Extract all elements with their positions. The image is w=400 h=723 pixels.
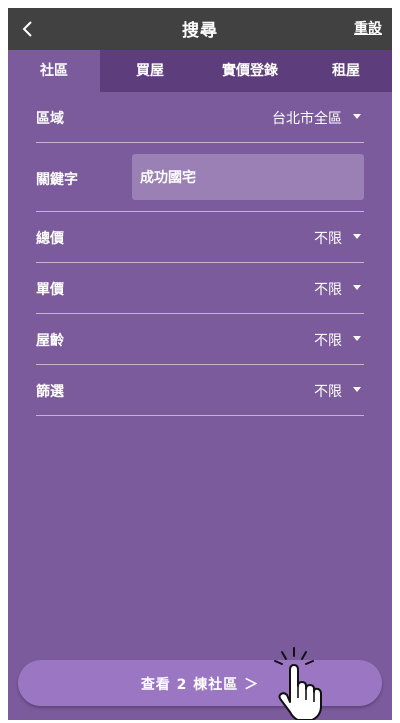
tab-rent[interactable]: 租屋	[300, 50, 392, 92]
pointing-hand-icon	[274, 647, 322, 720]
reset-button[interactable]: 重設	[354, 18, 382, 38]
view-communities-label: 查看 2 棟社區 ＞	[140, 677, 260, 693]
filter-row-age[interactable]: 屋齡 不限	[36, 314, 364, 365]
tab-bar: 社區 買屋 實價登錄 租屋	[8, 50, 392, 92]
tab-buy[interactable]: 買屋	[100, 50, 200, 92]
tab-community[interactable]: 社區	[8, 50, 100, 92]
page-title: 搜尋	[182, 21, 218, 41]
dropdown-caret-icon	[353, 114, 361, 119]
keyword-input[interactable]	[132, 154, 364, 200]
filter-value: 不限	[314, 282, 342, 298]
filter-label: 關鍵字	[36, 172, 78, 188]
search-screen: 搜尋 重設 社區 買屋 實價登錄 租屋 區域 台北市全區 關鍵字 總價 不限 單…	[8, 8, 392, 720]
filter-value: 不限	[314, 333, 342, 349]
filter-value: 不限	[314, 231, 342, 247]
filter-label: 總價	[36, 231, 64, 247]
top-bar: 搜尋 重設	[8, 8, 392, 50]
filter-row-total-price[interactable]: 總價 不限	[36, 212, 364, 263]
filter-row-region[interactable]: 區域 台北市全區	[36, 92, 364, 143]
filter-value: 不限	[314, 384, 342, 400]
dropdown-caret-icon	[353, 234, 361, 239]
dropdown-caret-icon	[353, 336, 361, 341]
filter-label: 篩選	[36, 384, 64, 400]
filter-value: 台北市全區	[272, 111, 342, 127]
filter-row-filter[interactable]: 篩選 不限	[36, 365, 364, 416]
dropdown-caret-icon	[353, 387, 361, 392]
filter-label: 單價	[36, 282, 64, 298]
filter-label: 屋齡	[36, 333, 64, 349]
view-communities-button[interactable]: 查看 2 棟社區 ＞	[18, 660, 382, 706]
filter-row-unit-price[interactable]: 單價 不限	[36, 263, 364, 314]
filter-label: 區域	[36, 111, 64, 127]
filter-row-keyword: 關鍵字	[36, 143, 364, 212]
tab-actual-price[interactable]: 實價登錄	[200, 50, 300, 92]
dropdown-caret-icon	[353, 285, 361, 290]
filter-list: 區域 台北市全區 關鍵字 總價 不限 單價 不限 屋齡 不限 篩選 不限	[36, 92, 364, 416]
